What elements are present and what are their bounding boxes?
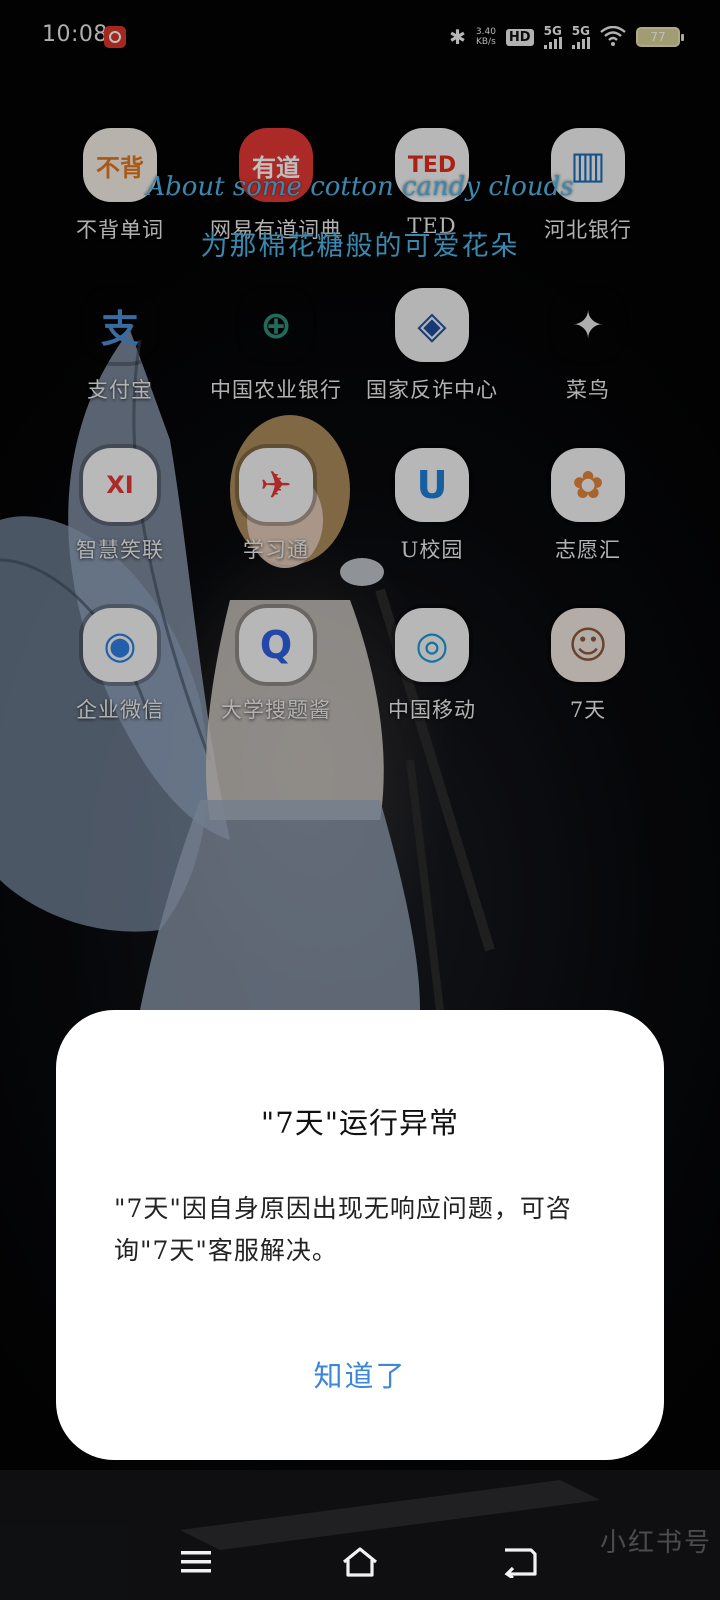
app-not-responding-dialog: "7天"运行异常 "7天"因自身原因出现无响应问题，可咨询"7天"客服解决。 知… bbox=[56, 1010, 664, 1460]
dialog-message: "7天"因自身原因出现无响应问题，可咨询"7天"客服解决。 bbox=[114, 1194, 572, 1265]
watermark: 小红书号 bbox=[599, 1528, 712, 1558]
back-icon bbox=[504, 1548, 537, 1578]
dialog-title: "7天"运行异常 bbox=[260, 1106, 460, 1140]
got-it-button[interactable]: 知道了 bbox=[56, 1346, 664, 1406]
home-button[interactable] bbox=[330, 1540, 390, 1584]
recents-button[interactable] bbox=[166, 1540, 226, 1584]
menu-icon bbox=[181, 1551, 211, 1573]
back-button[interactable] bbox=[490, 1540, 550, 1584]
home-icon bbox=[342, 1547, 378, 1577]
